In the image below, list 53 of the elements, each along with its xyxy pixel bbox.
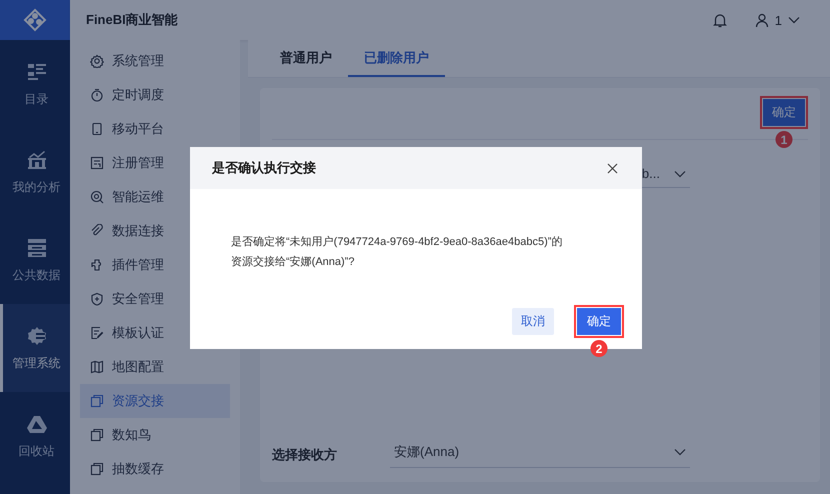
- menu-icon: [90, 292, 104, 306]
- menu-icon: [90, 394, 104, 408]
- menu-icon: [90, 88, 104, 102]
- tab[interactable]: 普通用户: [264, 40, 348, 77]
- rail-item[interactable]: 公共数据: [0, 216, 70, 304]
- sidebar-item[interactable]: 智能运维: [80, 180, 230, 214]
- close-icon[interactable]: [607, 162, 618, 174]
- user-menu[interactable]: 1: [754, 12, 800, 28]
- cancel-button[interactable]: 取消: [512, 308, 554, 335]
- menu-icon: [90, 54, 104, 68]
- confirm-button[interactable]: 确定: [763, 99, 805, 126]
- receiver-select[interactable]: 安娜(Anna): [390, 441, 690, 468]
- rail-item[interactable]: 回收站: [0, 392, 70, 480]
- dialog-message: 是否确定将“未知用户(7947724a-9769-4bf2-9ea0-8a36ae4babc5)”的资源交接给“安娜(Anna)”?: [231, 234, 564, 270]
- menu-icon: [90, 122, 104, 136]
- field-label: 选择接收方: [272, 446, 338, 464]
- rail-icon: [26, 236, 48, 258]
- step-badge: 2: [590, 340, 608, 357]
- sidebar-item[interactable]: 数知鸟: [80, 418, 230, 452]
- logo-icon[interactable]: [0, 0, 70, 40]
- rail-icon: [26, 148, 48, 170]
- menu-icon: [90, 360, 104, 374]
- confirm-button[interactable]: 确定: [577, 308, 621, 335]
- caret-icon: [674, 448, 686, 456]
- menu-icon: [90, 462, 104, 476]
- sidebar-item[interactable]: 安全管理: [80, 282, 230, 316]
- sidebar-item[interactable]: 抽数缓存: [80, 452, 230, 486]
- rail-item[interactable]: 管理系统: [0, 304, 70, 392]
- sidebar-item[interactable]: 模板认证: [80, 316, 230, 350]
- tab[interactable]: 已删除用户: [348, 40, 445, 77]
- menu-icon: [90, 428, 104, 442]
- sidebar-item[interactable]: 插件管理: [80, 248, 230, 282]
- caret-icon: [674, 170, 686, 178]
- sidebar-item[interactable]: 数据连接: [80, 214, 230, 248]
- rail-icon: [26, 324, 48, 346]
- dialog-title: 是否确认执行交接: [212, 159, 316, 177]
- rail-item[interactable]: 我的分析: [0, 128, 70, 216]
- step-badge: 1: [776, 131, 792, 148]
- sidebar-item[interactable]: 资源交接: [80, 384, 230, 418]
- user-icon: [754, 12, 769, 28]
- menu-icon: [90, 258, 104, 272]
- menu-icon: [90, 156, 104, 170]
- menu-icon: [90, 326, 104, 340]
- app-title: FineBI商业智能: [86, 11, 178, 29]
- bell-icon[interactable]: [712, 12, 727, 28]
- sidebar-item[interactable]: 地图配置: [80, 350, 230, 384]
- sidebar-item[interactable]: 定时调度: [80, 78, 230, 112]
- sidebar-item[interactable]: 系统管理: [80, 44, 230, 78]
- sidebar-item[interactable]: 移动平台: [80, 112, 230, 146]
- caret-icon: [788, 16, 800, 24]
- menu-icon: [90, 224, 104, 238]
- menu-icon: [90, 190, 104, 204]
- rail-item[interactable]: 目录: [0, 40, 70, 128]
